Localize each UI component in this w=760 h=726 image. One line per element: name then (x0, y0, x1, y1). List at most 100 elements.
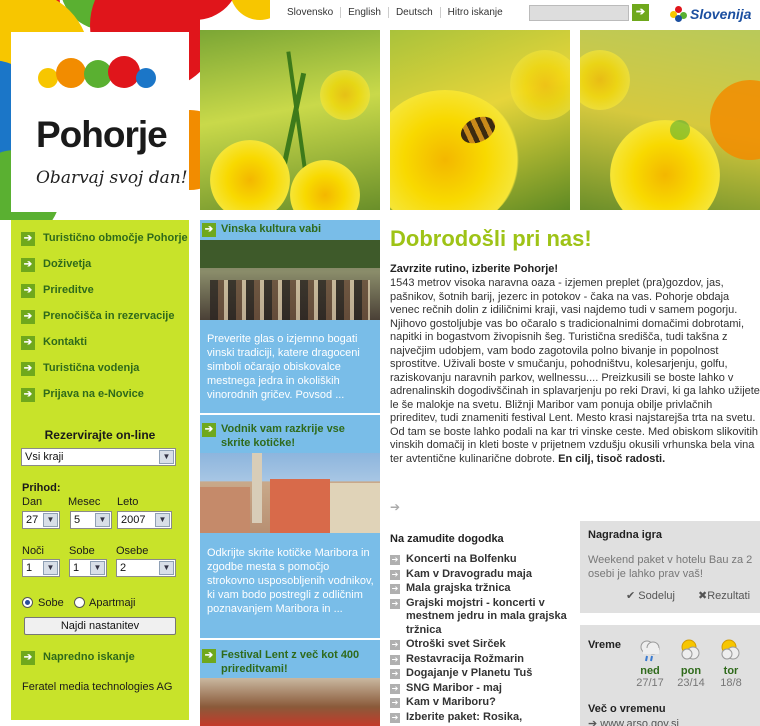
list-item[interactable]: ➔ Kam v Mariboru? (390, 696, 570, 710)
nav-item-experiences[interactable]: ➔ Doživetja (11, 246, 189, 272)
prize-text: Weekend paket v hotelu Bau za 2 osebi je… (588, 554, 753, 580)
month-select[interactable]: 5 ▼ (70, 511, 112, 529)
list-item[interactable]: ➔ Restavracija Rožmarin (390, 653, 570, 667)
weather-heading: Vreme (588, 639, 622, 651)
list-item[interactable]: ➔ SNG Maribor - maj (390, 682, 570, 696)
festival-lent-photo[interactable] (200, 678, 380, 726)
persons-select[interactable]: 2 ▼ (116, 559, 176, 577)
nav-item-contacts[interactable]: ➔ Kontakti (11, 324, 189, 350)
booking-heading: Rezervirajte on-line (44, 428, 156, 442)
day-select[interactable]: 27 ▼ (22, 511, 60, 529)
nav-item-accommodation[interactable]: ➔ Prenočišča in rezervacije (11, 298, 189, 324)
weather-more-heading: Več o vremenu (588, 703, 666, 715)
arrow-right-icon: ➔ (21, 258, 35, 272)
banner-photo-dandelion-2 (580, 30, 760, 210)
advanced-search-label: Napredno iskanje (43, 651, 135, 663)
prize-heading: Nagradna igra (588, 529, 662, 541)
day-value: 27 (26, 514, 39, 526)
month-value: 5 (74, 514, 81, 526)
weather-day: pon 23/14 (676, 637, 706, 689)
events-heading: Na zamudite dogodka (390, 533, 504, 545)
arrival-label: Prihod: (22, 482, 61, 494)
region-value: Vsi kraji (25, 451, 64, 463)
nav-label: Turistična vodenja (43, 362, 140, 374)
quick-search-input[interactable] (529, 5, 629, 21)
welcome-body: 1543 metrov visoka naravna oaza - izjeme… (390, 277, 760, 466)
arrow-right-icon: ➔ (21, 310, 35, 324)
arrow-right-icon: ➔ (588, 718, 601, 726)
lang-slovensko-link[interactable]: Slovensko (280, 7, 342, 18)
nav-item-guided-tours[interactable]: ➔ Turistična vodenja (11, 350, 189, 376)
welcome-title: Dobrodošli pri nas! (390, 226, 592, 251)
cloud-rain-icon (637, 637, 663, 663)
feature-text-wine: Preverite glas o izjemno bogati vinski t… (207, 333, 360, 401)
list-item[interactable]: ➔ Mala grajska tržnica (390, 582, 570, 596)
year-select[interactable]: 2007 ▼ (117, 511, 172, 529)
arrow-right-icon: ➔ (390, 683, 400, 694)
list-item[interactable]: ➔ Kam v Dravogradu maja (390, 568, 570, 582)
lang-english-link[interactable]: English (341, 7, 389, 18)
wine-culture-photo[interactable] (200, 240, 380, 320)
radio-apartments[interactable] (74, 597, 85, 608)
nav-label: Kontakti (43, 336, 87, 348)
weather-day: ned 27/17 (635, 637, 665, 689)
arrow-right-icon: ➔ (390, 584, 400, 594)
feature-title-wine[interactable]: ➔ Vinska kultura vabi (200, 220, 380, 237)
check-icon: ✔ (626, 590, 639, 602)
radio-rooms[interactable] (22, 597, 33, 608)
list-item[interactable]: ➔ Dogajanje v Planetu Tuš (390, 667, 570, 681)
chevron-down-icon: ▼ (159, 561, 174, 575)
chevron-down-icon: ▼ (43, 513, 58, 527)
nights-label: Noči (22, 545, 45, 557)
partly-sunny-icon (718, 637, 744, 663)
list-item[interactable]: ➔ Izberite paket: Rosika, (390, 711, 570, 725)
region-select[interactable]: Vsi kraji ▼ (21, 448, 176, 466)
arrow-right-icon: ➔ (390, 569, 400, 580)
results-link[interactable]: ✖Rezultati (698, 589, 750, 602)
feature-title-lent[interactable]: ➔ Festival Lent z več kot 400 prireditva… (200, 646, 380, 676)
maribor-square-photo[interactable] (200, 453, 380, 533)
arrow-right-icon: ➔ (21, 362, 35, 376)
persons-label: Osebe (116, 545, 149, 557)
left-sidebar: ➔ Turistično območje Pohorje ➔ Doživetja… (11, 220, 189, 720)
weather-day: tor 18/8 (716, 637, 746, 689)
participate-link[interactable]: ✔ Sodeluj (626, 589, 675, 602)
feature-title: Vinska kultura vabi (221, 223, 322, 235)
chevron-down-icon: ▼ (43, 561, 58, 575)
arrow-right-icon: ➔ (21, 336, 35, 350)
radio-apartments-label: Apartmaji (89, 597, 136, 609)
list-item[interactable]: ➔ Otroški svet Sirček (390, 638, 570, 652)
arrow-right-icon: ➔ (21, 388, 35, 402)
arrow-right-icon: ➔ (21, 651, 35, 665)
nav-item-tourist-area[interactable]: ➔ Turistično območje Pohorje (11, 220, 189, 246)
arrow-right-icon: ➔ (390, 598, 400, 609)
slovenija-logo[interactable]: Slovenija (670, 4, 751, 24)
provider-credit: Feratel media technologies AG (22, 681, 173, 693)
welcome-text: 1543 metrov visoka naravna oaza - izjeme… (390, 277, 760, 465)
feature-column: ➔ Vinska kultura vabi Preverite glas o i… (200, 220, 380, 726)
nav-item-newsletter[interactable]: ➔ Prijava na e-Novice (11, 376, 189, 402)
radio-rooms-label: Sobe (38, 597, 64, 609)
list-item[interactable]: ➔ Grajski mojstri - koncerti v mestnem je… (390, 597, 570, 638)
feature-title-guide[interactable]: ➔ Vodnik vam razkrije vse skrite kotičke… (200, 420, 380, 450)
feature-title: Vodnik vam razkrije vse skrite kotičke! (221, 423, 345, 449)
search-go-button[interactable]: ➔ (632, 4, 649, 21)
weather-link[interactable]: ➔ www.arso.gov.si (588, 717, 679, 726)
nav-label: Doživetja (43, 258, 92, 270)
banner-photo-bee (390, 30, 570, 210)
find-accommodation-button[interactable]: Najdi nastanitev (24, 617, 176, 635)
more-arrow-icon[interactable]: ➔ (390, 500, 400, 514)
nights-select[interactable]: 1 ▼ (22, 559, 60, 577)
lang-deutsch-link[interactable]: Deutsch (389, 7, 441, 18)
slovenija-brand: Slovenija (690, 6, 752, 22)
chevron-down-icon: ▼ (159, 450, 174, 464)
slovenija-mark-icon (670, 6, 688, 22)
arrow-right-icon: ➔ (390, 555, 400, 565)
nav-item-events[interactable]: ➔ Prireditve (11, 272, 189, 298)
list-item[interactable]: ➔ Koncerti na Bolfenku (390, 553, 570, 567)
feature-text-guide: Odkrijte skrite kotičke Maribora in zgod… (207, 547, 374, 615)
logo-slogan: Obarvaj svoj dan! (36, 168, 188, 188)
advanced-search-link[interactable]: ➔ Napredno iskanje (21, 650, 135, 665)
rooms-select[interactable]: 1 ▼ (69, 559, 107, 577)
welcome-lead: Zavrzite rutino, izberite Pohorje! (390, 263, 559, 275)
